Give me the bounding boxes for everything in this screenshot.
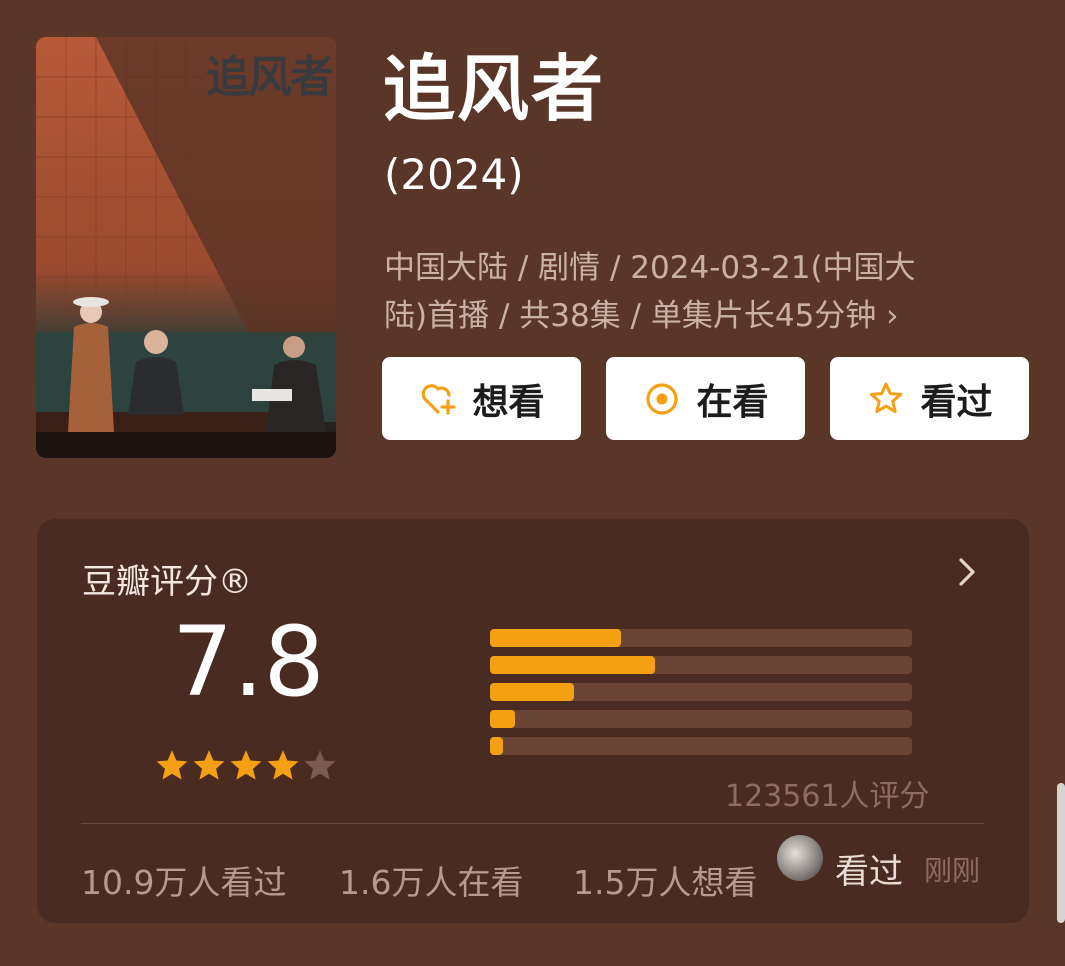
- star-filled-icon: [193, 750, 225, 780]
- activity-label: 看过: [835, 852, 903, 892]
- activity-time: 刚刚: [924, 854, 981, 887]
- avatar[interactable]: [777, 835, 823, 881]
- page-title: 追风者: [383, 47, 606, 131]
- watching-button[interactable]: 在看: [606, 357, 805, 440]
- release-year: (2024): [384, 150, 524, 199]
- rating-bar-fill: [490, 710, 516, 728]
- chevron-right-icon: ›: [886, 298, 899, 334]
- star-outline-icon: [866, 379, 906, 419]
- watched-button[interactable]: 看过: [830, 357, 1029, 440]
- meta-line-2: 陆)首播 / 共38集 / 单集片长45分钟: [384, 298, 877, 334]
- star-filled-icon: [230, 750, 262, 780]
- meta-line-1: 中国大陆 / 剧情 / 2024-03-21(中国大: [384, 250, 916, 286]
- target-dot-icon: [642, 379, 682, 419]
- rating-bar-fill: [490, 737, 503, 755]
- rating-bar-2-star: [490, 710, 912, 728]
- heart-plus-icon: [418, 379, 458, 419]
- rating-bar-5-star: [490, 629, 912, 647]
- rating-bar-fill: [490, 656, 655, 674]
- want-count[interactable]: 1.5万人想看: [573, 856, 757, 904]
- want-to-watch-button[interactable]: 想看: [382, 357, 581, 440]
- movie-meta-info[interactable]: 中国大陆 / 剧情 / 2024-03-21(中国大 陆)首播 / 共38集 /…: [384, 244, 1019, 340]
- want-button-label: 想看: [472, 381, 545, 423]
- rating-count: 123561人评分: [725, 779, 930, 814]
- rating-score: 7.8: [172, 606, 325, 718]
- card-divider: [81, 823, 984, 824]
- rating-bar-fill: [490, 629, 621, 647]
- poster-title-text: 追风者: [206, 52, 334, 103]
- rating-bar-4-star: [490, 656, 912, 674]
- watched-button-label: 看过: [920, 381, 993, 423]
- watching-button-label: 在看: [696, 381, 769, 423]
- rating-bar-fill: [490, 683, 575, 701]
- rating-bar-3-star: [490, 683, 912, 701]
- rating-stars: [154, 748, 338, 784]
- star-filled-icon: [267, 750, 299, 780]
- chevron-right-icon[interactable]: [955, 552, 979, 592]
- star-filled-icon: [156, 750, 188, 780]
- scrollbar[interactable]: [1057, 783, 1065, 923]
- poster-image[interactable]: 追风者: [36, 37, 336, 458]
- watching-count[interactable]: 1.6万人在看: [339, 856, 523, 904]
- rating-card[interactable]: 豆瓣评分® 7.8 123561人评分 10.9万人看过 1.6万人在看 1.5…: [37, 519, 1029, 923]
- rating-bar-1-star: [490, 737, 912, 755]
- star-empty-icon: [304, 750, 336, 780]
- rating-card-title: 豆瓣评分®: [82, 562, 252, 602]
- watched-count[interactable]: 10.9万人看过: [81, 856, 286, 904]
